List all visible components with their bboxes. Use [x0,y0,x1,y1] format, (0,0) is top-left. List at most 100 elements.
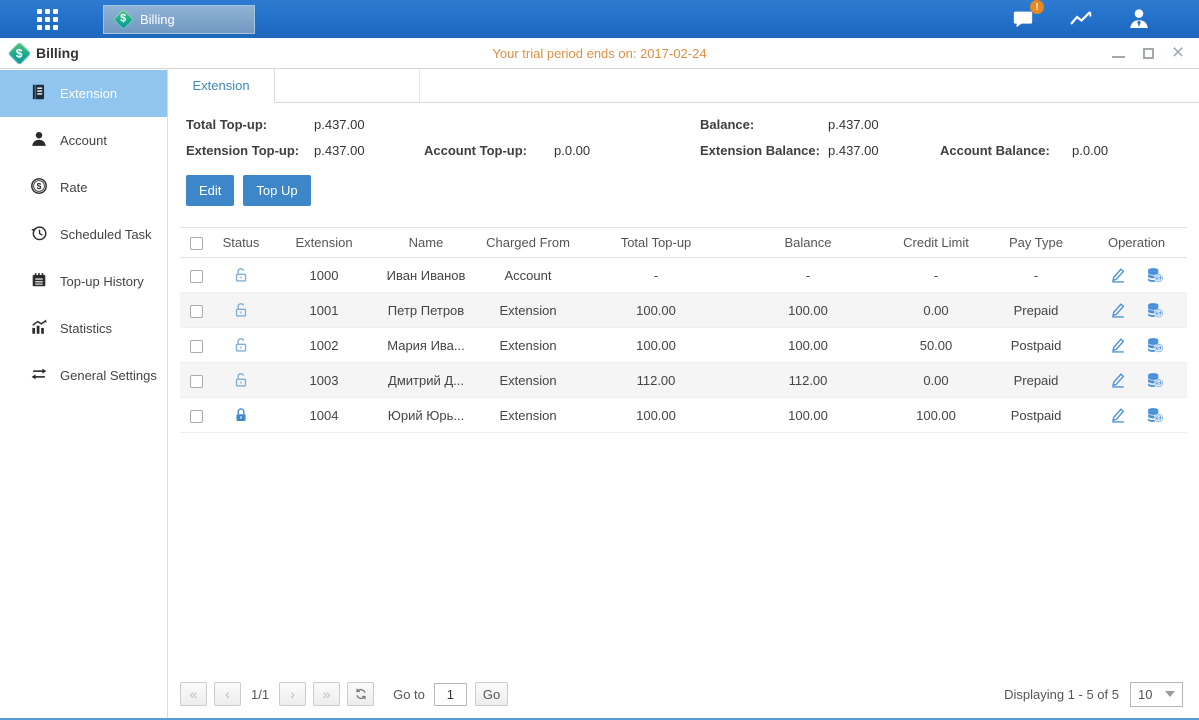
window-title: $ Billing [11,45,79,62]
sidebar-item-statistics[interactable]: Statistics [0,305,167,352]
sidebar-item-extension[interactable]: Extension [0,70,167,117]
window-titlebar: $ Billing Your trial period ends on: 201… [0,38,1199,69]
cell-charged-from: Extension [474,363,582,398]
last-page-button[interactable]: » [313,682,340,706]
sidebar-item-label: Rate [60,180,87,195]
sidebar-item-label: Account [60,133,107,148]
column-header-pay-type: Pay Type [986,228,1086,258]
edit-icon[interactable] [1109,266,1127,284]
dropdown-caret-icon [1165,691,1175,697]
svg-text:$: $ [1157,310,1161,317]
sidebar-item-rate[interactable]: $Rate [0,164,167,211]
account-balance-value: p.0.00 [1072,143,1199,158]
account-person-icon [30,130,48,151]
prev-page-button[interactable]: ‹ [214,682,241,706]
topup-icon[interactable]: $ [1146,336,1164,354]
cell-credit-limit: 0.00 [886,293,986,328]
lock-open-icon [232,301,250,316]
billing-app-icon: $ [113,8,134,29]
extension-balance-label: Extension Balance: [700,143,828,158]
page-size-value: 10 [1138,687,1152,702]
extension-table: StatusExtensionNameCharged FromTotal Top… [180,227,1187,433]
refresh-icon [354,687,368,701]
minimize-button[interactable] [1111,46,1125,60]
row-checkbox[interactable] [190,340,203,353]
column-header-balance: Balance [730,228,886,258]
cell-extension: 1002 [270,328,378,363]
messages-icon[interactable]: ! [1009,7,1037,31]
row-checkbox[interactable] [190,305,203,318]
topup-icon[interactable]: $ [1146,266,1164,284]
cell-pay-type: Prepaid [986,293,1086,328]
edit-button[interactable]: Edit [186,175,234,206]
next-page-button[interactable]: › [279,682,306,706]
edit-icon[interactable] [1109,371,1127,389]
cell-credit-limit: - [886,258,986,293]
column-header-extension: Extension [270,228,378,258]
table-row: 1004Юрий Юрь...Extension100.00100.00100.… [180,398,1187,433]
lock-open-icon [232,336,250,351]
cell-balance: 112.00 [730,363,886,398]
lock-open-icon [232,371,250,386]
column-header-status: Status [212,228,270,258]
topup-icon[interactable]: $ [1146,371,1164,389]
cell-total-topup: - [582,258,730,293]
cell-credit-limit: 100.00 [886,398,986,433]
reports-chart-icon[interactable] [1067,7,1095,31]
go-button[interactable]: Go [475,682,508,706]
table-row: 1003Дмитрий Д...Extension112.00112.000.0… [180,363,1187,398]
goto-page-input[interactable] [434,683,467,706]
cell-charged-from: Extension [474,328,582,363]
edit-icon[interactable] [1109,301,1127,319]
svg-text:$: $ [1157,415,1161,422]
table-header-row: StatusExtensionNameCharged FromTotal Top… [180,228,1187,258]
cell-balance: 100.00 [730,293,886,328]
edit-icon[interactable] [1109,336,1127,354]
extension-topup-label: Extension Top-up: [186,143,314,158]
maximize-button[interactable] [1141,46,1155,60]
page-indicator: 1/1 [251,687,269,702]
tab-extension[interactable]: Extension [168,69,275,103]
close-button[interactable]: × [1171,46,1185,60]
sidebar-item-general-settings[interactable]: General Settings [0,352,167,399]
sidebar-item-scheduled-task[interactable]: Scheduled Task [0,211,167,258]
topup-button[interactable]: Top Up [243,175,310,206]
tab-strip: Extension [168,69,1199,103]
refresh-button[interactable] [347,682,374,706]
sidebar-item-label: General Settings [60,368,157,383]
apps-grid-icon[interactable] [37,9,58,30]
svg-text:$: $ [1157,345,1161,352]
account-balance-label: Account Balance: [940,143,1072,158]
cell-total-topup: 100.00 [582,328,730,363]
row-checkbox[interactable] [190,270,203,283]
topup-icon[interactable]: $ [1146,301,1164,319]
taskbar-billing-button[interactable]: $ Billing [103,5,255,34]
user-account-icon[interactable] [1125,7,1153,31]
first-page-button[interactable]: « [180,682,207,706]
cell-total-topup: 100.00 [582,398,730,433]
displaying-text: Displaying 1 - 5 of 5 [1004,687,1119,702]
balance-value: p.437.00 [828,117,940,132]
row-checkbox[interactable] [190,410,203,423]
cell-balance: 100.00 [730,398,886,433]
trial-message: Your trial period ends on: 2017-02-24 [0,46,1199,61]
select-all-checkbox[interactable] [190,237,203,250]
cell-name: Иван Иванов [378,258,474,293]
sidebar-item-account[interactable]: Account [0,117,167,164]
topup-icon[interactable]: $ [1146,406,1164,424]
account-topup-label: Account Top-up: [424,143,554,158]
sidebar-item-label: Statistics [60,321,112,336]
billing-window: $ Billing ! $ Billing Your trial period … [0,0,1199,720]
lock-closed-icon [232,406,250,421]
page-size-select[interactable]: 10 [1130,682,1183,707]
extension-table-wrap: StatusExtensionNameCharged FromTotal Top… [180,227,1187,433]
cell-name: Петр Петров [378,293,474,328]
cell-balance: - [730,258,886,293]
row-checkbox[interactable] [190,375,203,388]
cell-extension: 1000 [270,258,378,293]
cell-charged-from: Account [474,258,582,293]
sidebar-item-top-up-history[interactable]: Top-up History [0,258,167,305]
taskbar-app-label: Billing [140,12,175,27]
window-title-text: Billing [36,45,79,61]
edit-icon[interactable] [1109,406,1127,424]
